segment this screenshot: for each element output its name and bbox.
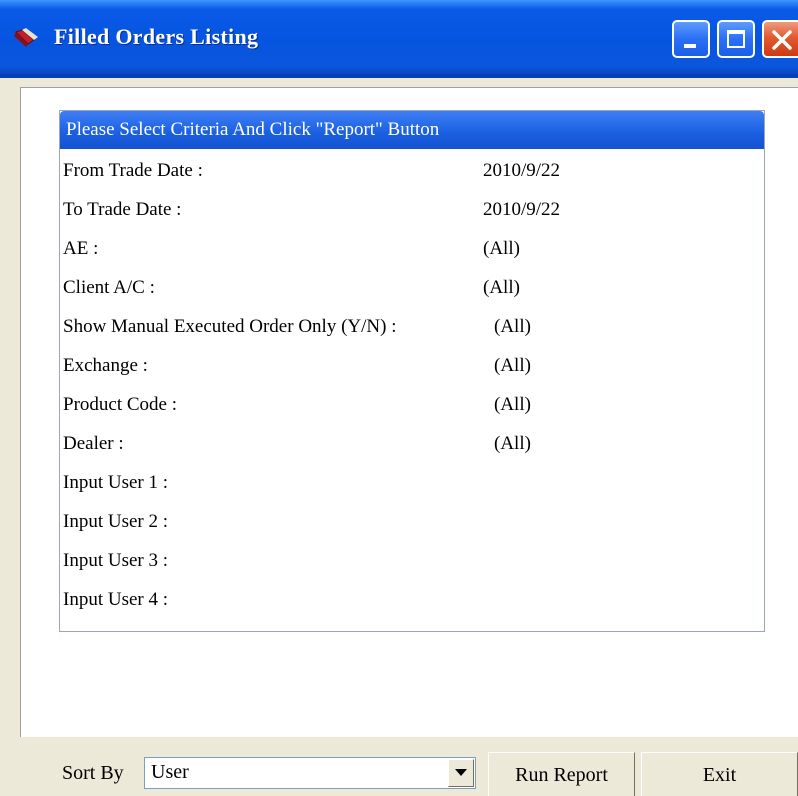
criteria-row-input-user-1[interactable]: Input User 1 : xyxy=(60,465,764,503)
maximize-icon xyxy=(727,30,745,48)
criteria-value[interactable]: (All) xyxy=(494,433,531,455)
app-icon[interactable] xyxy=(14,28,40,50)
minimize-icon xyxy=(684,44,696,48)
sort-dropdown-button[interactable] xyxy=(448,759,474,787)
criteria-label: Product Code : xyxy=(63,394,177,415)
criteria-label: To Trade Date : xyxy=(63,199,182,220)
criteria-label: Dealer : xyxy=(63,433,124,454)
sort-by-label: Sort By xyxy=(62,762,124,784)
criteria-row-product-code[interactable]: Product Code : (All) xyxy=(60,387,764,425)
criteria-row-ae[interactable]: AE : (All) xyxy=(60,231,764,269)
criteria-value[interactable]: (All) xyxy=(494,316,531,338)
criteria-panel: Please Select Criteria And Click "Report… xyxy=(59,110,765,632)
criteria-value[interactable]: (All) xyxy=(494,394,531,416)
criteria-row-manual-executed[interactable]: Show Manual Executed Order Only (Y/N) : … xyxy=(60,309,764,347)
criteria-label: Exchange : xyxy=(63,355,148,376)
criteria-value[interactable]: 2010/9/22 xyxy=(483,160,560,182)
criteria-row-input-user-3[interactable]: Input User 3 : xyxy=(60,543,764,581)
exit-button[interactable]: Exit xyxy=(641,752,798,796)
minimize-button[interactable] xyxy=(672,20,710,58)
criteria-row-to-trade-date[interactable]: To Trade Date : 2010/9/22 xyxy=(60,192,764,230)
run-report-button[interactable]: Run Report xyxy=(488,752,635,796)
sort-by-value: User xyxy=(151,761,189,783)
window-title: Filled Orders Listing xyxy=(54,24,259,49)
criteria-row-exchange[interactable]: Exchange : (All) xyxy=(60,348,764,386)
criteria-label: Input User 2 : xyxy=(63,511,169,532)
criteria-label: Show Manual Executed Order Only (Y/N) : xyxy=(63,316,397,337)
criteria-label: Input User 3 : xyxy=(63,550,169,571)
criteria-row-input-user-4[interactable]: Input User 4 : xyxy=(60,582,764,620)
close-icon xyxy=(772,30,792,50)
criteria-row-from-trade-date[interactable]: From Trade Date : 2010/9/22 xyxy=(60,153,764,191)
criteria-label: Client A/C : xyxy=(63,277,155,298)
sort-by-select[interactable]: User xyxy=(144,757,476,789)
criteria-header: Please Select Criteria And Click "Report… xyxy=(60,111,764,149)
report-window: Filled Orders Listing Please Select Crit… xyxy=(0,0,798,796)
close-button[interactable] xyxy=(762,20,798,58)
criteria-label: Input User 4 : xyxy=(63,589,169,610)
criteria-label: From Trade Date : xyxy=(63,160,203,181)
chevron-down-icon xyxy=(455,769,467,776)
criteria-value[interactable]: (All) xyxy=(494,355,531,377)
criteria-value[interactable]: (All) xyxy=(483,277,520,299)
title-bar[interactable]: Filled Orders Listing xyxy=(0,0,798,78)
criteria-value[interactable]: (All) xyxy=(483,238,520,260)
criteria-row-dealer[interactable]: Dealer : (All) xyxy=(60,426,764,464)
criteria-value[interactable]: 2010/9/22 xyxy=(483,199,560,221)
criteria-row-client-ac[interactable]: Client A/C : (All) xyxy=(60,270,764,308)
criteria-label: Input User 1 : xyxy=(63,472,169,493)
maximize-button[interactable] xyxy=(717,20,755,58)
criteria-row-input-user-2[interactable]: Input User 2 : xyxy=(60,504,764,542)
criteria-label: AE : xyxy=(63,238,99,259)
